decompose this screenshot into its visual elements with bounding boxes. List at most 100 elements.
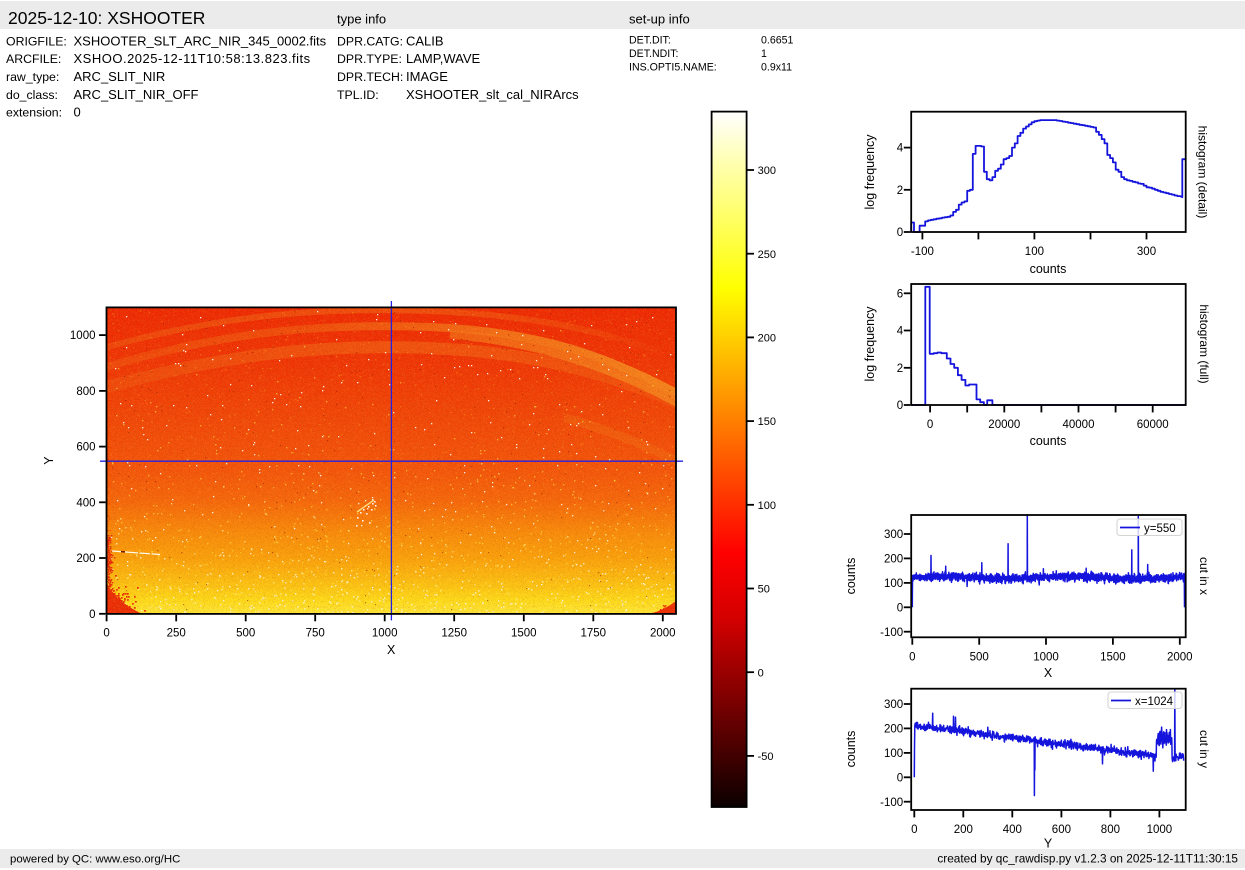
svg-text:200: 200 bbox=[884, 724, 903, 736]
svg-text:0.6651: 0.6651 bbox=[761, 35, 794, 47]
svg-text:400: 400 bbox=[1003, 824, 1022, 836]
svg-text:100: 100 bbox=[884, 578, 903, 590]
svg-text:0: 0 bbox=[911, 824, 917, 836]
svg-text:do_class:: do_class: bbox=[6, 88, 58, 102]
svg-text:4: 4 bbox=[897, 326, 904, 338]
svg-text:ARC_SLIT_NIR: ARC_SLIT_NIR bbox=[74, 69, 166, 84]
svg-text:INS.OPTI5.NAME:: INS.OPTI5.NAME: bbox=[629, 62, 717, 74]
svg-text:log frequency: log frequency bbox=[863, 306, 877, 382]
svg-text:50: 50 bbox=[758, 584, 770, 596]
svg-text:DET.NDIT:: DET.NDIT: bbox=[629, 48, 678, 60]
svg-text:IMAGE: IMAGE bbox=[406, 69, 448, 84]
svg-text:-100: -100 bbox=[880, 797, 903, 809]
svg-text:2: 2 bbox=[897, 185, 903, 197]
svg-text:cut in x: cut in x bbox=[1197, 557, 1211, 595]
svg-text:1500: 1500 bbox=[1100, 651, 1126, 663]
svg-text:ARCFILE:: ARCFILE: bbox=[6, 52, 61, 66]
svg-text:DPR.CATG:: DPR.CATG: bbox=[337, 35, 403, 49]
svg-text:extension:: extension: bbox=[6, 106, 62, 120]
svg-text:counts: counts bbox=[844, 731, 858, 768]
svg-text:CALIB: CALIB bbox=[406, 34, 444, 49]
svg-text:created by qc_rawdisp.py v1.2.: created by qc_rawdisp.py v1.2.3 on 2025-… bbox=[937, 852, 1238, 866]
svg-text:1250: 1250 bbox=[441, 627, 467, 639]
svg-text:1000: 1000 bbox=[372, 627, 398, 639]
svg-text:XSHOOTER_SLT_ARC_NIR_345_0002.: XSHOOTER_SLT_ARC_NIR_345_0002.fits bbox=[74, 34, 327, 49]
svg-text:0: 0 bbox=[909, 651, 915, 663]
svg-text:0: 0 bbox=[897, 400, 903, 412]
svg-text:0: 0 bbox=[927, 419, 933, 431]
svg-text:600: 600 bbox=[1052, 824, 1071, 836]
svg-text:0: 0 bbox=[89, 609, 95, 621]
svg-text:6: 6 bbox=[897, 288, 903, 300]
svg-text:0: 0 bbox=[897, 227, 903, 239]
svg-text:1750: 1750 bbox=[581, 627, 607, 639]
svg-text:0: 0 bbox=[103, 627, 109, 639]
svg-text:histogram (detail): histogram (detail) bbox=[1196, 126, 1210, 219]
svg-text:counts: counts bbox=[1030, 262, 1067, 276]
svg-text:1000: 1000 bbox=[1033, 651, 1059, 663]
svg-text:0: 0 bbox=[897, 602, 903, 614]
svg-text:0: 0 bbox=[758, 667, 764, 679]
svg-text:100: 100 bbox=[1025, 246, 1044, 258]
svg-text:x=1024: x=1024 bbox=[1135, 696, 1174, 708]
svg-text:40000: 40000 bbox=[1063, 419, 1095, 431]
svg-text:500: 500 bbox=[236, 627, 255, 639]
svg-text:4: 4 bbox=[897, 143, 904, 155]
svg-text:log frequency: log frequency bbox=[863, 134, 877, 210]
svg-text:100: 100 bbox=[884, 748, 903, 760]
svg-text:500: 500 bbox=[970, 651, 989, 663]
svg-text:300: 300 bbox=[758, 165, 776, 177]
svg-text:Y: Y bbox=[42, 456, 56, 465]
svg-text:200: 200 bbox=[954, 824, 973, 836]
svg-text:X: X bbox=[1044, 666, 1053, 680]
svg-text:y=550: y=550 bbox=[1144, 523, 1176, 535]
svg-text:2025-12-10: XSHOOTER: 2025-12-10: XSHOOTER bbox=[8, 8, 205, 28]
svg-text:-50: -50 bbox=[758, 751, 774, 763]
svg-text:2000: 2000 bbox=[650, 627, 676, 639]
svg-text:100: 100 bbox=[758, 500, 776, 512]
svg-text:2: 2 bbox=[897, 363, 903, 375]
svg-text:60000: 60000 bbox=[1137, 419, 1169, 431]
svg-text:histogram (full): histogram (full) bbox=[1197, 304, 1211, 383]
svg-text:300: 300 bbox=[884, 529, 903, 541]
svg-text:0: 0 bbox=[74, 105, 81, 120]
svg-text:DPR.TYPE:: DPR.TYPE: bbox=[337, 52, 402, 66]
svg-text:0: 0 bbox=[897, 772, 903, 784]
svg-text:counts: counts bbox=[844, 558, 858, 595]
svg-text:ORIGFILE:: ORIGFILE: bbox=[6, 35, 67, 49]
svg-text:X: X bbox=[387, 643, 396, 657]
svg-text:200: 200 bbox=[884, 554, 903, 566]
svg-text:counts: counts bbox=[1030, 434, 1067, 448]
svg-text:0.9x11: 0.9x11 bbox=[761, 62, 792, 74]
svg-text:DPR.TECH:: DPR.TECH: bbox=[337, 70, 403, 84]
svg-text:TPL.ID:: TPL.ID: bbox=[337, 88, 379, 102]
svg-text:800: 800 bbox=[1101, 824, 1120, 836]
svg-text:powered by QC: www.eso.org/HC: powered by QC: www.eso.org/HC bbox=[10, 854, 180, 866]
svg-text:-100: -100 bbox=[911, 246, 934, 258]
svg-text:2000: 2000 bbox=[1167, 651, 1193, 663]
svg-text:250: 250 bbox=[758, 249, 776, 261]
svg-text:XSHOOTER_slt_cal_NIRArcs: XSHOOTER_slt_cal_NIRArcs bbox=[406, 87, 579, 102]
svg-text:-100: -100 bbox=[880, 627, 903, 639]
svg-text:400: 400 bbox=[76, 497, 95, 509]
svg-text:Y: Y bbox=[1044, 837, 1053, 851]
svg-text:1000: 1000 bbox=[70, 330, 96, 342]
svg-text:150: 150 bbox=[758, 416, 776, 428]
svg-text:750: 750 bbox=[306, 627, 325, 639]
svg-text:250: 250 bbox=[167, 627, 186, 639]
svg-text:raw_type:: raw_type: bbox=[6, 70, 59, 84]
svg-text:800: 800 bbox=[76, 386, 95, 398]
svg-text:XSHOO.2025-12-11T10:58:13.823.: XSHOO.2025-12-11T10:58:13.823.fits bbox=[74, 51, 311, 66]
svg-text:200: 200 bbox=[758, 333, 776, 345]
svg-text:1500: 1500 bbox=[511, 627, 537, 639]
svg-text:20000: 20000 bbox=[988, 419, 1020, 431]
svg-text:cut in y: cut in y bbox=[1197, 730, 1211, 768]
svg-text:LAMP,WAVE: LAMP,WAVE bbox=[406, 51, 481, 66]
svg-text:600: 600 bbox=[76, 442, 95, 454]
svg-text:300: 300 bbox=[1137, 246, 1156, 258]
svg-text:set-up info: set-up info bbox=[629, 12, 690, 27]
svg-text:1000: 1000 bbox=[1147, 824, 1173, 836]
svg-text:type info: type info bbox=[337, 12, 386, 27]
svg-text:ARC_SLIT_NIR_OFF: ARC_SLIT_NIR_OFF bbox=[74, 87, 199, 102]
svg-text:300: 300 bbox=[884, 699, 903, 711]
